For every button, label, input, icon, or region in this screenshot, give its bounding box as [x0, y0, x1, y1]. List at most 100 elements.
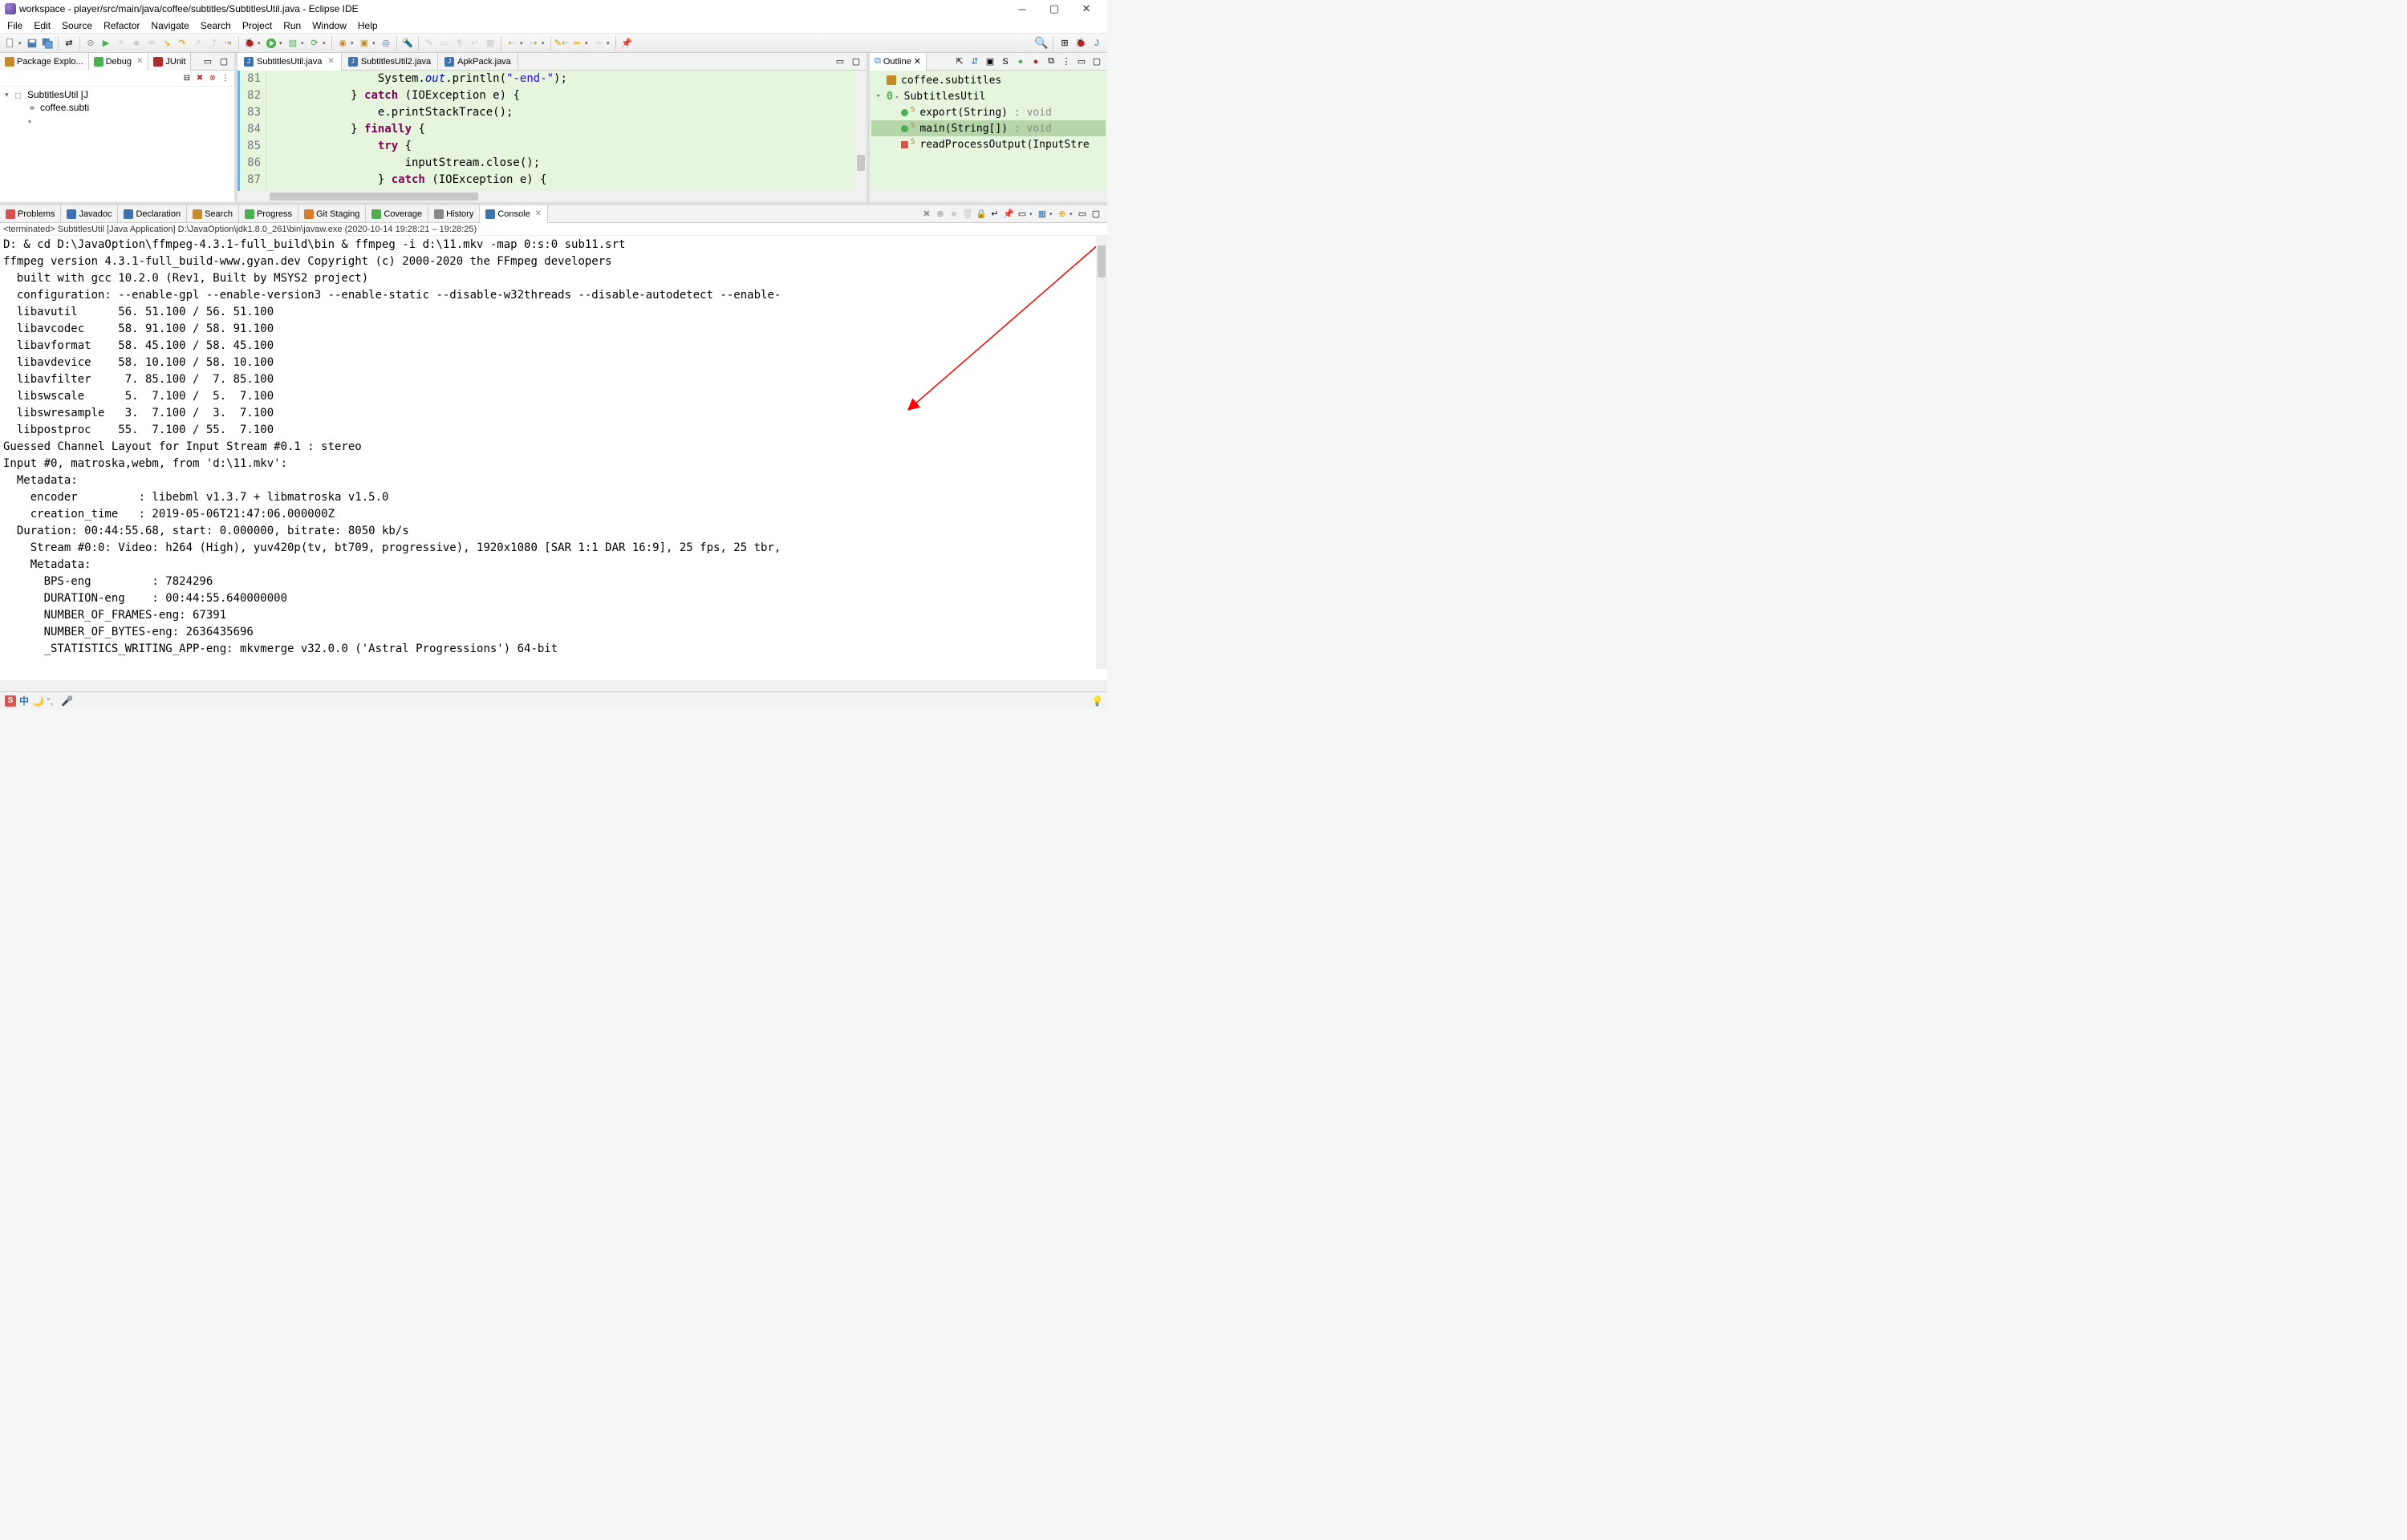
code-editor[interactable]: 8182838485868788 System.out.println("-en…: [237, 71, 867, 191]
menu-help[interactable]: Help: [352, 18, 384, 33]
debug-tree-remove-icon[interactable]: ✖: [194, 72, 205, 83]
terminate-button[interactable]: ■: [129, 36, 144, 51]
outline-link-icon[interactable]: ⧉: [1044, 55, 1058, 69]
search-button[interactable]: 🔦: [400, 36, 415, 51]
tab-javadoc[interactable]: Javadoc: [61, 205, 118, 223]
console-max-icon[interactable]: ▢: [1090, 208, 1102, 221]
editor-vscroll[interactable]: [855, 71, 867, 191]
resume-button[interactable]: ▶: [99, 36, 113, 51]
debug-tree-collapse-icon[interactable]: ⊟: [181, 72, 193, 83]
console-removeall-icon[interactable]: ⊗: [934, 208, 947, 221]
editor-tab[interactable]: JSubtitlesUtil2.java: [342, 53, 438, 71]
minimize-button[interactable]: ─: [1006, 0, 1038, 18]
access-search-icon[interactable]: 🔍: [1034, 36, 1049, 51]
console-pin-icon[interactable]: 📌: [1002, 208, 1015, 221]
tab-progress[interactable]: Progress: [239, 205, 298, 223]
step-into-button[interactable]: ↘: [160, 36, 174, 51]
debug-perspective-button[interactable]: 🐞: [1074, 36, 1088, 51]
close-icon[interactable]: ✕: [914, 56, 921, 67]
menu-navigate[interactable]: Navigate: [145, 18, 194, 33]
close-button[interactable]: ✕: [1070, 0, 1102, 18]
save-button[interactable]: [25, 36, 39, 51]
outline-focus-icon[interactable]: ⇱: [952, 55, 967, 69]
new-class-button[interactable]: ◉: [335, 36, 350, 51]
editor-minimize-icon[interactable]: ▭: [833, 55, 847, 69]
tab-gitstaging[interactable]: Git Staging: [298, 205, 366, 223]
menu-run[interactable]: Run: [278, 18, 306, 33]
menu-window[interactable]: Window: [306, 18, 352, 33]
menu-edit[interactable]: Edit: [28, 18, 56, 33]
console-scroll-lock-icon[interactable]: 🔒: [975, 208, 988, 221]
last-edit-button[interactable]: ✎⇠: [554, 36, 569, 51]
console-open-icon[interactable]: ▦: [1036, 208, 1049, 221]
open-perspective-button[interactable]: ⊞: [1057, 36, 1072, 51]
console-terminate-icon[interactable]: ■: [948, 208, 960, 221]
console-hscroll[interactable]: [0, 680, 1107, 691]
maximize-button[interactable]: ▢: [1038, 0, 1070, 18]
outline-hscroll[interactable]: [870, 191, 1107, 202]
moon-icon[interactable]: 🌙: [32, 695, 43, 707]
save-all-button[interactable]: [40, 36, 55, 51]
new-button[interactable]: [3, 36, 18, 51]
drop-frame-button[interactable]: ⤴: [205, 36, 220, 51]
console-show-icon[interactable]: ▭: [1016, 208, 1029, 221]
close-icon[interactable]: ✕: [136, 57, 143, 66]
editor-tab[interactable]: JSubtitlesUtil.java✕: [237, 53, 342, 71]
menu-file[interactable]: File: [2, 18, 28, 33]
ime-lang[interactable]: 中: [19, 694, 29, 707]
editor-maximize-icon[interactable]: ▢: [849, 55, 863, 69]
ime-icon[interactable]: S: [5, 695, 16, 707]
outline-item[interactable]: Sexport(String) : void: [871, 104, 1106, 120]
java-perspective-button[interactable]: J: [1090, 36, 1104, 51]
outline-item[interactable]: coffee.subtitles: [871, 72, 1106, 88]
forward-button[interactable]: ⇨: [591, 36, 606, 51]
tip-icon[interactable]: 💡: [1091, 695, 1102, 707]
disconnect-button[interactable]: ⚮: [144, 36, 159, 51]
menu-refactor[interactable]: Refactor: [98, 18, 145, 33]
outline-hide-fields-icon[interactable]: ▣: [983, 55, 997, 69]
switch-button[interactable]: ⇄: [62, 36, 76, 51]
pin-button[interactable]: 📌: [619, 36, 634, 51]
back-button[interactable]: ⇦: [570, 36, 584, 51]
suspend-button[interactable]: ⏸: [114, 36, 128, 51]
open-type-button[interactable]: ◎: [379, 36, 393, 51]
tab-history[interactable]: History: [428, 205, 480, 223]
outline-min-icon[interactable]: ▭: [1074, 55, 1089, 69]
console-min-icon[interactable]: ▭: [1076, 208, 1089, 221]
step-return-button[interactable]: ↗: [190, 36, 205, 51]
console-vscroll[interactable]: [1096, 236, 1107, 669]
run-last-button[interactable]: ⟳: [307, 36, 322, 51]
word-wrap-button[interactable]: ↵: [468, 36, 482, 51]
debug-button[interactable]: 🐞: [242, 36, 257, 51]
coverage-button[interactable]: ▤: [286, 36, 300, 51]
outline-hide-local-icon[interactable]: ●: [1029, 55, 1043, 69]
menu-source[interactable]: Source: [56, 18, 98, 33]
tab-junit[interactable]: JUnit: [148, 53, 191, 71]
step-over-button[interactable]: ↷: [175, 36, 189, 51]
run-button[interactable]: [264, 36, 278, 51]
console-output[interactable]: D: & cd D:\JavaOption\ffmpeg-4.3.1-full_…: [0, 236, 907, 680]
console-new-icon[interactable]: ⊕: [1056, 208, 1069, 221]
close-icon[interactable]: ✕: [327, 57, 334, 66]
debug-tree-item[interactable]: ▾□SubtitlesUtil [J: [2, 88, 233, 101]
tab-search[interactable]: Search: [187, 205, 239, 223]
editor-tab[interactable]: JApkPack.java: [438, 53, 518, 71]
outline-item[interactable]: ▾Θ▸SubtitlesUtil: [871, 88, 1106, 104]
console-clear-icon[interactable]: 🗑: [961, 208, 974, 221]
menu-project[interactable]: Project: [237, 18, 278, 33]
annotation-next-button[interactable]: ⇢: [526, 36, 541, 51]
tab-console[interactable]: Console✕: [480, 205, 548, 223]
tab-packageexplo[interactable]: Package Explo...: [0, 53, 89, 71]
close-icon[interactable]: ✕: [535, 209, 542, 218]
console-wordwrap-icon[interactable]: ↵: [988, 208, 1001, 221]
outline-hide-nonpublic-icon[interactable]: ●: [1013, 55, 1028, 69]
debug-tree-item[interactable]: ▪: [2, 114, 233, 127]
skip-breakpoints-button[interactable]: ⊘: [83, 36, 98, 51]
view-min-icon[interactable]: ▭: [201, 55, 215, 69]
tab-outline[interactable]: ⧉ Outline ✕: [870, 53, 927, 71]
outline-max-icon[interactable]: ▢: [1090, 55, 1104, 69]
outline-sort-icon[interactable]: ⇵: [968, 55, 982, 69]
editor-hscroll[interactable]: [237, 191, 867, 202]
outline-item[interactable]: Smain(String[]) : void: [871, 120, 1106, 136]
toggle-block-button[interactable]: ▭: [437, 36, 452, 51]
